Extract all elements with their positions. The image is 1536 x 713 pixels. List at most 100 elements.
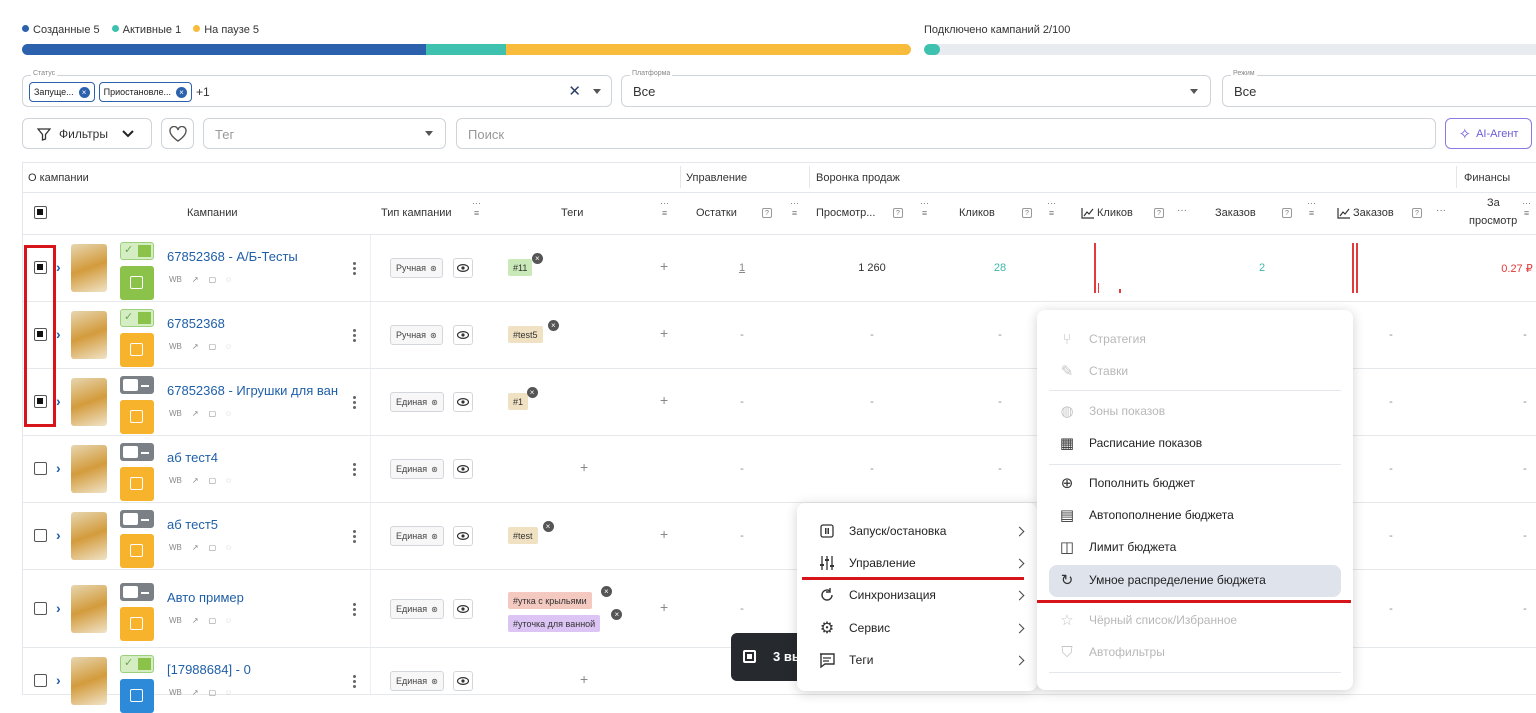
select-all-checkbox[interactable] bbox=[34, 206, 47, 219]
col-ostatki[interactable]: Остатки bbox=[696, 207, 737, 219]
selection-checkbox-icon[interactable] bbox=[743, 650, 756, 663]
campaign-name-link[interactable]: аб тест5 bbox=[167, 517, 343, 532]
campaign-name-link[interactable]: [17988684] - 0 bbox=[167, 662, 343, 677]
campaign-name-link[interactable]: аб тест4 bbox=[167, 450, 343, 465]
column-menu-icon[interactable]: ··· ≡ bbox=[1047, 198, 1056, 218]
submenu-item[interactable]: ▦ Расписание показов bbox=[1037, 428, 1353, 458]
column-menu-icon[interactable]: ··· ≡ bbox=[472, 198, 481, 218]
col-views[interactable]: Просмотр... bbox=[816, 207, 875, 219]
eye-icon[interactable] bbox=[453, 325, 473, 345]
eye-icon[interactable] bbox=[453, 671, 473, 691]
tag-select[interactable]: Тег bbox=[203, 118, 446, 149]
remove-tag-icon[interactable]: × bbox=[547, 320, 559, 331]
row-menu-icon[interactable] bbox=[353, 262, 356, 275]
column-menu-icon[interactable]: ··· ≡ bbox=[1522, 198, 1531, 218]
clear-icon[interactable]: ✕ bbox=[568, 82, 581, 100]
status-button[interactable] bbox=[120, 266, 154, 300]
remove-tag-icon[interactable]: × bbox=[600, 586, 612, 597]
remove-tag-icon[interactable]: × bbox=[526, 387, 538, 398]
col-campaign-type[interactable]: Тип кампании bbox=[381, 207, 452, 219]
row-menu-icon[interactable] bbox=[353, 396, 356, 409]
add-tag-icon[interactable]: + bbox=[660, 325, 668, 341]
col-orders[interactable]: Заказов bbox=[1215, 207, 1256, 219]
row-checkbox[interactable] bbox=[34, 462, 47, 475]
expand-chevron-icon[interactable]: › bbox=[56, 527, 61, 543]
active-toggle[interactable] bbox=[120, 443, 154, 461]
remove-tag-icon[interactable]: × bbox=[542, 521, 554, 532]
status-button[interactable] bbox=[120, 607, 154, 641]
expand-chevron-icon[interactable]: › bbox=[56, 326, 61, 342]
platform-filter[interactable]: Платформа Все bbox=[621, 70, 1211, 107]
eye-icon[interactable] bbox=[453, 258, 473, 278]
add-tag-icon[interactable]: + bbox=[660, 599, 668, 615]
active-toggle[interactable] bbox=[120, 583, 154, 601]
submenu-item[interactable]: ▤ Автопополнение бюджета bbox=[1037, 500, 1353, 530]
eye-icon[interactable] bbox=[453, 526, 473, 546]
more-icon[interactable]: ··· bbox=[1177, 205, 1187, 216]
status-button[interactable] bbox=[120, 400, 154, 434]
filters-button[interactable]: Фильтры bbox=[22, 118, 152, 149]
status-chip-paused[interactable]: Приостановле... × bbox=[98, 82, 192, 102]
help-icon[interactable]: ? bbox=[893, 208, 903, 218]
menu-management[interactable]: Управление bbox=[797, 548, 1037, 578]
eye-icon[interactable] bbox=[453, 459, 473, 479]
row-checkbox[interactable] bbox=[34, 674, 47, 687]
help-icon[interactable]: ? bbox=[1412, 208, 1422, 218]
active-toggle[interactable]: ✓ bbox=[120, 655, 154, 673]
eye-icon[interactable] bbox=[453, 599, 473, 619]
chevron-down-icon[interactable] bbox=[425, 131, 433, 136]
menu-service[interactable]: ⚙ Сервис bbox=[797, 613, 1037, 643]
favorites-button[interactable] bbox=[161, 118, 194, 149]
row-menu-icon[interactable] bbox=[353, 530, 356, 543]
tag-chip[interactable]: #test5 bbox=[508, 326, 543, 343]
active-toggle[interactable]: ✓ bbox=[120, 309, 154, 327]
ai-agent-button[interactable]: ✧ AI-Агент bbox=[1445, 118, 1532, 149]
status-button[interactable] bbox=[120, 679, 154, 713]
add-tag-icon[interactable]: + bbox=[660, 526, 668, 542]
submenu-item[interactable]: ◫ Лимит бюджета bbox=[1037, 532, 1353, 562]
expand-chevron-icon[interactable]: › bbox=[56, 460, 61, 476]
expand-chevron-icon[interactable]: › bbox=[56, 393, 61, 409]
campaign-name-link[interactable]: 67852368 - Игрушки для ван bbox=[167, 383, 343, 398]
status-button[interactable] bbox=[120, 467, 154, 501]
expand-chevron-icon[interactable]: › bbox=[56, 259, 61, 275]
active-toggle[interactable] bbox=[120, 376, 154, 394]
add-tag-icon[interactable]: + bbox=[580, 671, 588, 687]
column-menu-icon[interactable]: ··· ≡ bbox=[1307, 198, 1316, 218]
submenu-item[interactable]: ↻ Умное распределение бюджета bbox=[1037, 565, 1353, 595]
tag-chip[interactable]: #11 bbox=[508, 259, 533, 276]
add-tag-icon[interactable]: + bbox=[580, 459, 588, 475]
chevron-down-icon[interactable] bbox=[593, 89, 601, 94]
tag-chip[interactable]: #test bbox=[508, 527, 538, 544]
tag-chip[interactable]: #1 bbox=[508, 393, 529, 410]
campaign-name-link[interactable]: Авто пример bbox=[167, 590, 343, 605]
row-checkbox[interactable] bbox=[34, 602, 47, 615]
menu-sync[interactable]: Синхронизация bbox=[797, 580, 1037, 610]
expand-chevron-icon[interactable]: › bbox=[56, 600, 61, 616]
active-toggle[interactable] bbox=[120, 510, 154, 528]
column-menu-icon[interactable]: ··· ≡ bbox=[790, 198, 799, 218]
remove-chip-icon[interactable]: × bbox=[175, 86, 187, 98]
row-menu-icon[interactable] bbox=[353, 329, 356, 342]
search-input[interactable]: Поиск bbox=[456, 118, 1436, 149]
mode-filter[interactable]: Режим Все bbox=[1222, 70, 1536, 107]
expand-chevron-icon[interactable]: › bbox=[56, 672, 61, 688]
help-icon[interactable]: ? bbox=[1154, 208, 1164, 218]
eye-icon[interactable] bbox=[453, 392, 473, 412]
status-chip-running[interactable]: Запуще... × bbox=[29, 82, 95, 102]
ostatki-cell[interactable]: 1 bbox=[722, 262, 762, 274]
col-orders-chart[interactable]: Заказов bbox=[1337, 207, 1394, 219]
active-toggle[interactable]: ✓ bbox=[120, 242, 154, 260]
chevron-down-icon[interactable] bbox=[1190, 89, 1198, 94]
status-button[interactable] bbox=[120, 333, 154, 367]
status-button[interactable] bbox=[120, 534, 154, 568]
menu-tags[interactable]: Теги bbox=[797, 645, 1037, 675]
campaign-name-link[interactable]: 67852368 bbox=[167, 316, 343, 331]
row-menu-icon[interactable] bbox=[353, 603, 356, 616]
table-row[interactable]: › ✓ 67852368 - А/Б-Тесты WB ↗ ▢ ◌ Ручная ⊛ #11 × +1… bbox=[22, 235, 1536, 302]
remove-tag-icon[interactable]: × bbox=[611, 609, 623, 620]
tag-chip[interactable]: #уточка для ванной bbox=[508, 615, 601, 632]
remove-chip-icon[interactable]: × bbox=[78, 86, 90, 98]
add-tag-icon[interactable]: + bbox=[660, 258, 668, 274]
help-icon[interactable]: ? bbox=[1022, 208, 1032, 218]
